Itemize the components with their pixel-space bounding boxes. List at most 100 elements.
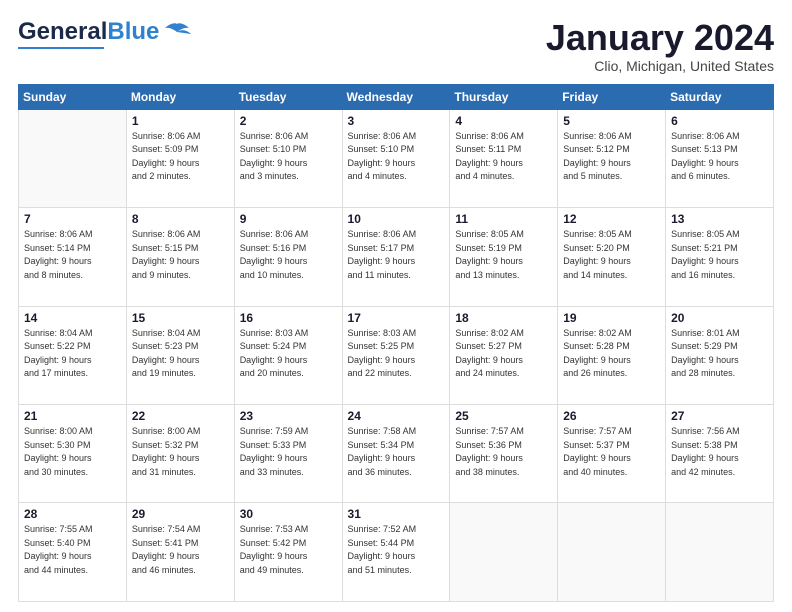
day-number: 28 [24,507,121,521]
day-info: Sunrise: 7:52 AM Sunset: 5:44 PM Dayligh… [348,523,445,577]
day-number: 25 [455,409,552,423]
day-info: Sunrise: 8:06 AM Sunset: 5:15 PM Dayligh… [132,228,229,282]
day-number: 12 [563,212,660,226]
day-number: 23 [240,409,337,423]
logo-underline [18,47,104,49]
day-number: 27 [671,409,768,423]
calendar-day-cell: 23Sunrise: 7:59 AM Sunset: 5:33 PM Dayli… [234,405,342,503]
calendar-day-cell: 12 Sunrise: 8:05 AM Sunset: 5:20 PM Dayli… [558,208,666,306]
day-info: Sunrise: 8:00 AM Sunset: 5:32 PM Dayligh… [132,425,229,479]
calendar-day-cell: 2 Sunrise: 8:06 AM Sunset: 5:10 PM Daylig… [234,109,342,207]
day-info: Sunrise: 8:04 AM Sunset: 5:23 PM Dayligh… [132,327,229,381]
day-info: Sunrise: 8:02 AM Sunset: 5:28 PM Dayligh… [563,327,660,381]
day-number: 11 [455,212,552,226]
day-info: Sunrise: 8:06 AM Sunset: 5:09 PM Dayligh… [132,130,229,184]
day-number: 3 [348,114,445,128]
day-number: 7 [24,212,121,226]
calendar-header-row: SundayMondayTuesdayWednesdayThursdayFrid… [19,84,774,109]
day-number: 15 [132,311,229,325]
logo-text: GeneralBlue [18,18,159,46]
day-info: Sunrise: 7:57 AM Sunset: 5:36 PM Dayligh… [455,425,552,479]
day-number: 31 [348,507,445,521]
day-info: Sunrise: 8:06 AM Sunset: 5:10 PM Dayligh… [240,130,337,184]
day-number: 4 [455,114,552,128]
calendar-day-cell: 21Sunrise: 8:00 AM Sunset: 5:30 PM Dayli… [19,405,127,503]
logo: GeneralBlue [18,18,191,49]
logo-brand: GeneralBlue [18,18,191,46]
calendar-table: SundayMondayTuesdayWednesdayThursdayFrid… [18,84,774,602]
weekday-header: Saturday [666,84,774,109]
day-number: 24 [348,409,445,423]
day-info: Sunrise: 8:03 AM Sunset: 5:24 PM Dayligh… [240,327,337,381]
day-number: 5 [563,114,660,128]
weekday-header: Friday [558,84,666,109]
day-info: Sunrise: 8:06 AM Sunset: 5:13 PM Dayligh… [671,130,768,184]
logo-blue: Blue [107,18,159,45]
calendar-day-cell: 16 Sunrise: 8:03 AM Sunset: 5:24 PM Dayli… [234,306,342,404]
calendar-day-cell: 7 Sunrise: 8:06 AM Sunset: 5:14 PM Daylig… [19,208,127,306]
weekday-header: Tuesday [234,84,342,109]
day-info: Sunrise: 8:02 AM Sunset: 5:27 PM Dayligh… [455,327,552,381]
day-info: Sunrise: 8:05 AM Sunset: 5:19 PM Dayligh… [455,228,552,282]
day-info: Sunrise: 7:55 AM Sunset: 5:40 PM Dayligh… [24,523,121,577]
calendar-day-cell: 5 Sunrise: 8:06 AM Sunset: 5:12 PM Daylig… [558,109,666,207]
day-info: Sunrise: 8:06 AM Sunset: 5:16 PM Dayligh… [240,228,337,282]
calendar-day-cell: 26 Sunrise: 7:57 AM Sunset: 5:37 PM Dayli… [558,405,666,503]
day-info: Sunrise: 7:58 AM Sunset: 5:34 PM Dayligh… [348,425,445,479]
day-number: 14 [24,311,121,325]
day-info: Sunrise: 8:01 AM Sunset: 5:29 PM Dayligh… [671,327,768,381]
day-number: 1 [132,114,229,128]
day-info: Sunrise: 7:54 AM Sunset: 5:41 PM Dayligh… [132,523,229,577]
day-info: Sunrise: 8:04 AM Sunset: 5:22 PM Dayligh… [24,327,121,381]
calendar-day-cell: 31 Sunrise: 7:52 AM Sunset: 5:44 PM Dayli… [342,503,450,602]
calendar-day-cell: 24 Sunrise: 7:58 AM Sunset: 5:34 PM Dayli… [342,405,450,503]
day-number: 17 [348,311,445,325]
day-number: 18 [455,311,552,325]
calendar-week-row: 28 Sunrise: 7:55 AM Sunset: 5:40 PM Dayli… [19,503,774,602]
calendar-week-row: 7 Sunrise: 8:06 AM Sunset: 5:14 PM Daylig… [19,208,774,306]
weekday-header: Thursday [450,84,558,109]
day-info: Sunrise: 8:00 AM Sunset: 5:30 PM Dayligh… [24,425,121,479]
calendar-day-cell: 17Sunrise: 8:03 AM Sunset: 5:25 PM Dayli… [342,306,450,404]
calendar-day-cell: 3Sunrise: 8:06 AM Sunset: 5:10 PM Daylig… [342,109,450,207]
calendar-week-row: 1 Sunrise: 8:06 AM Sunset: 5:09 PM Daylig… [19,109,774,207]
day-number: 26 [563,409,660,423]
day-info: Sunrise: 8:06 AM Sunset: 5:12 PM Dayligh… [563,130,660,184]
calendar-day-cell: 1 Sunrise: 8:06 AM Sunset: 5:09 PM Daylig… [126,109,234,207]
weekday-header: Monday [126,84,234,109]
day-number: 22 [132,409,229,423]
title-area: January 2024 Clio, Michigan, United Stat… [546,18,774,74]
day-number: 8 [132,212,229,226]
day-number: 9 [240,212,337,226]
header: GeneralBlue January 2024 Clio, Michigan,… [18,18,774,74]
calendar-day-cell: 15 Sunrise: 8:04 AM Sunset: 5:23 PM Dayli… [126,306,234,404]
day-number: 29 [132,507,229,521]
calendar-day-cell: 11 Sunrise: 8:05 AM Sunset: 5:19 PM Dayli… [450,208,558,306]
calendar-day-cell: 29 Sunrise: 7:54 AM Sunset: 5:41 PM Dayli… [126,503,234,602]
logo-bird-icon [163,22,191,42]
day-info: Sunrise: 8:06 AM Sunset: 5:14 PM Dayligh… [24,228,121,282]
page: GeneralBlue January 2024 Clio, Michigan,… [0,0,792,612]
weekday-header: Sunday [19,84,127,109]
calendar-day-cell: 13Sunrise: 8:05 AM Sunset: 5:21 PM Dayli… [666,208,774,306]
day-number: 20 [671,311,768,325]
calendar-day-cell: 10Sunrise: 8:06 AM Sunset: 5:17 PM Dayli… [342,208,450,306]
calendar-day-cell: 30Sunrise: 7:53 AM Sunset: 5:42 PM Dayli… [234,503,342,602]
day-info: Sunrise: 8:06 AM Sunset: 5:17 PM Dayligh… [348,228,445,282]
calendar-day-cell: 14 Sunrise: 8:04 AM Sunset: 5:22 PM Dayli… [19,306,127,404]
day-info: Sunrise: 8:06 AM Sunset: 5:11 PM Dayligh… [455,130,552,184]
calendar-subtitle: Clio, Michigan, United States [546,58,774,74]
day-number: 19 [563,311,660,325]
day-info: Sunrise: 8:05 AM Sunset: 5:20 PM Dayligh… [563,228,660,282]
calendar-day-cell: 6Sunrise: 8:06 AM Sunset: 5:13 PM Daylig… [666,109,774,207]
day-number: 16 [240,311,337,325]
calendar-day-cell [666,503,774,602]
logo-general: General [18,18,107,45]
day-number: 2 [240,114,337,128]
day-info: Sunrise: 7:57 AM Sunset: 5:37 PM Dayligh… [563,425,660,479]
calendar-day-cell: 28 Sunrise: 7:55 AM Sunset: 5:40 PM Dayli… [19,503,127,602]
calendar-day-cell: 8 Sunrise: 8:06 AM Sunset: 5:15 PM Daylig… [126,208,234,306]
day-number: 13 [671,212,768,226]
calendar-week-row: 14 Sunrise: 8:04 AM Sunset: 5:22 PM Dayli… [19,306,774,404]
calendar-day-cell [558,503,666,602]
